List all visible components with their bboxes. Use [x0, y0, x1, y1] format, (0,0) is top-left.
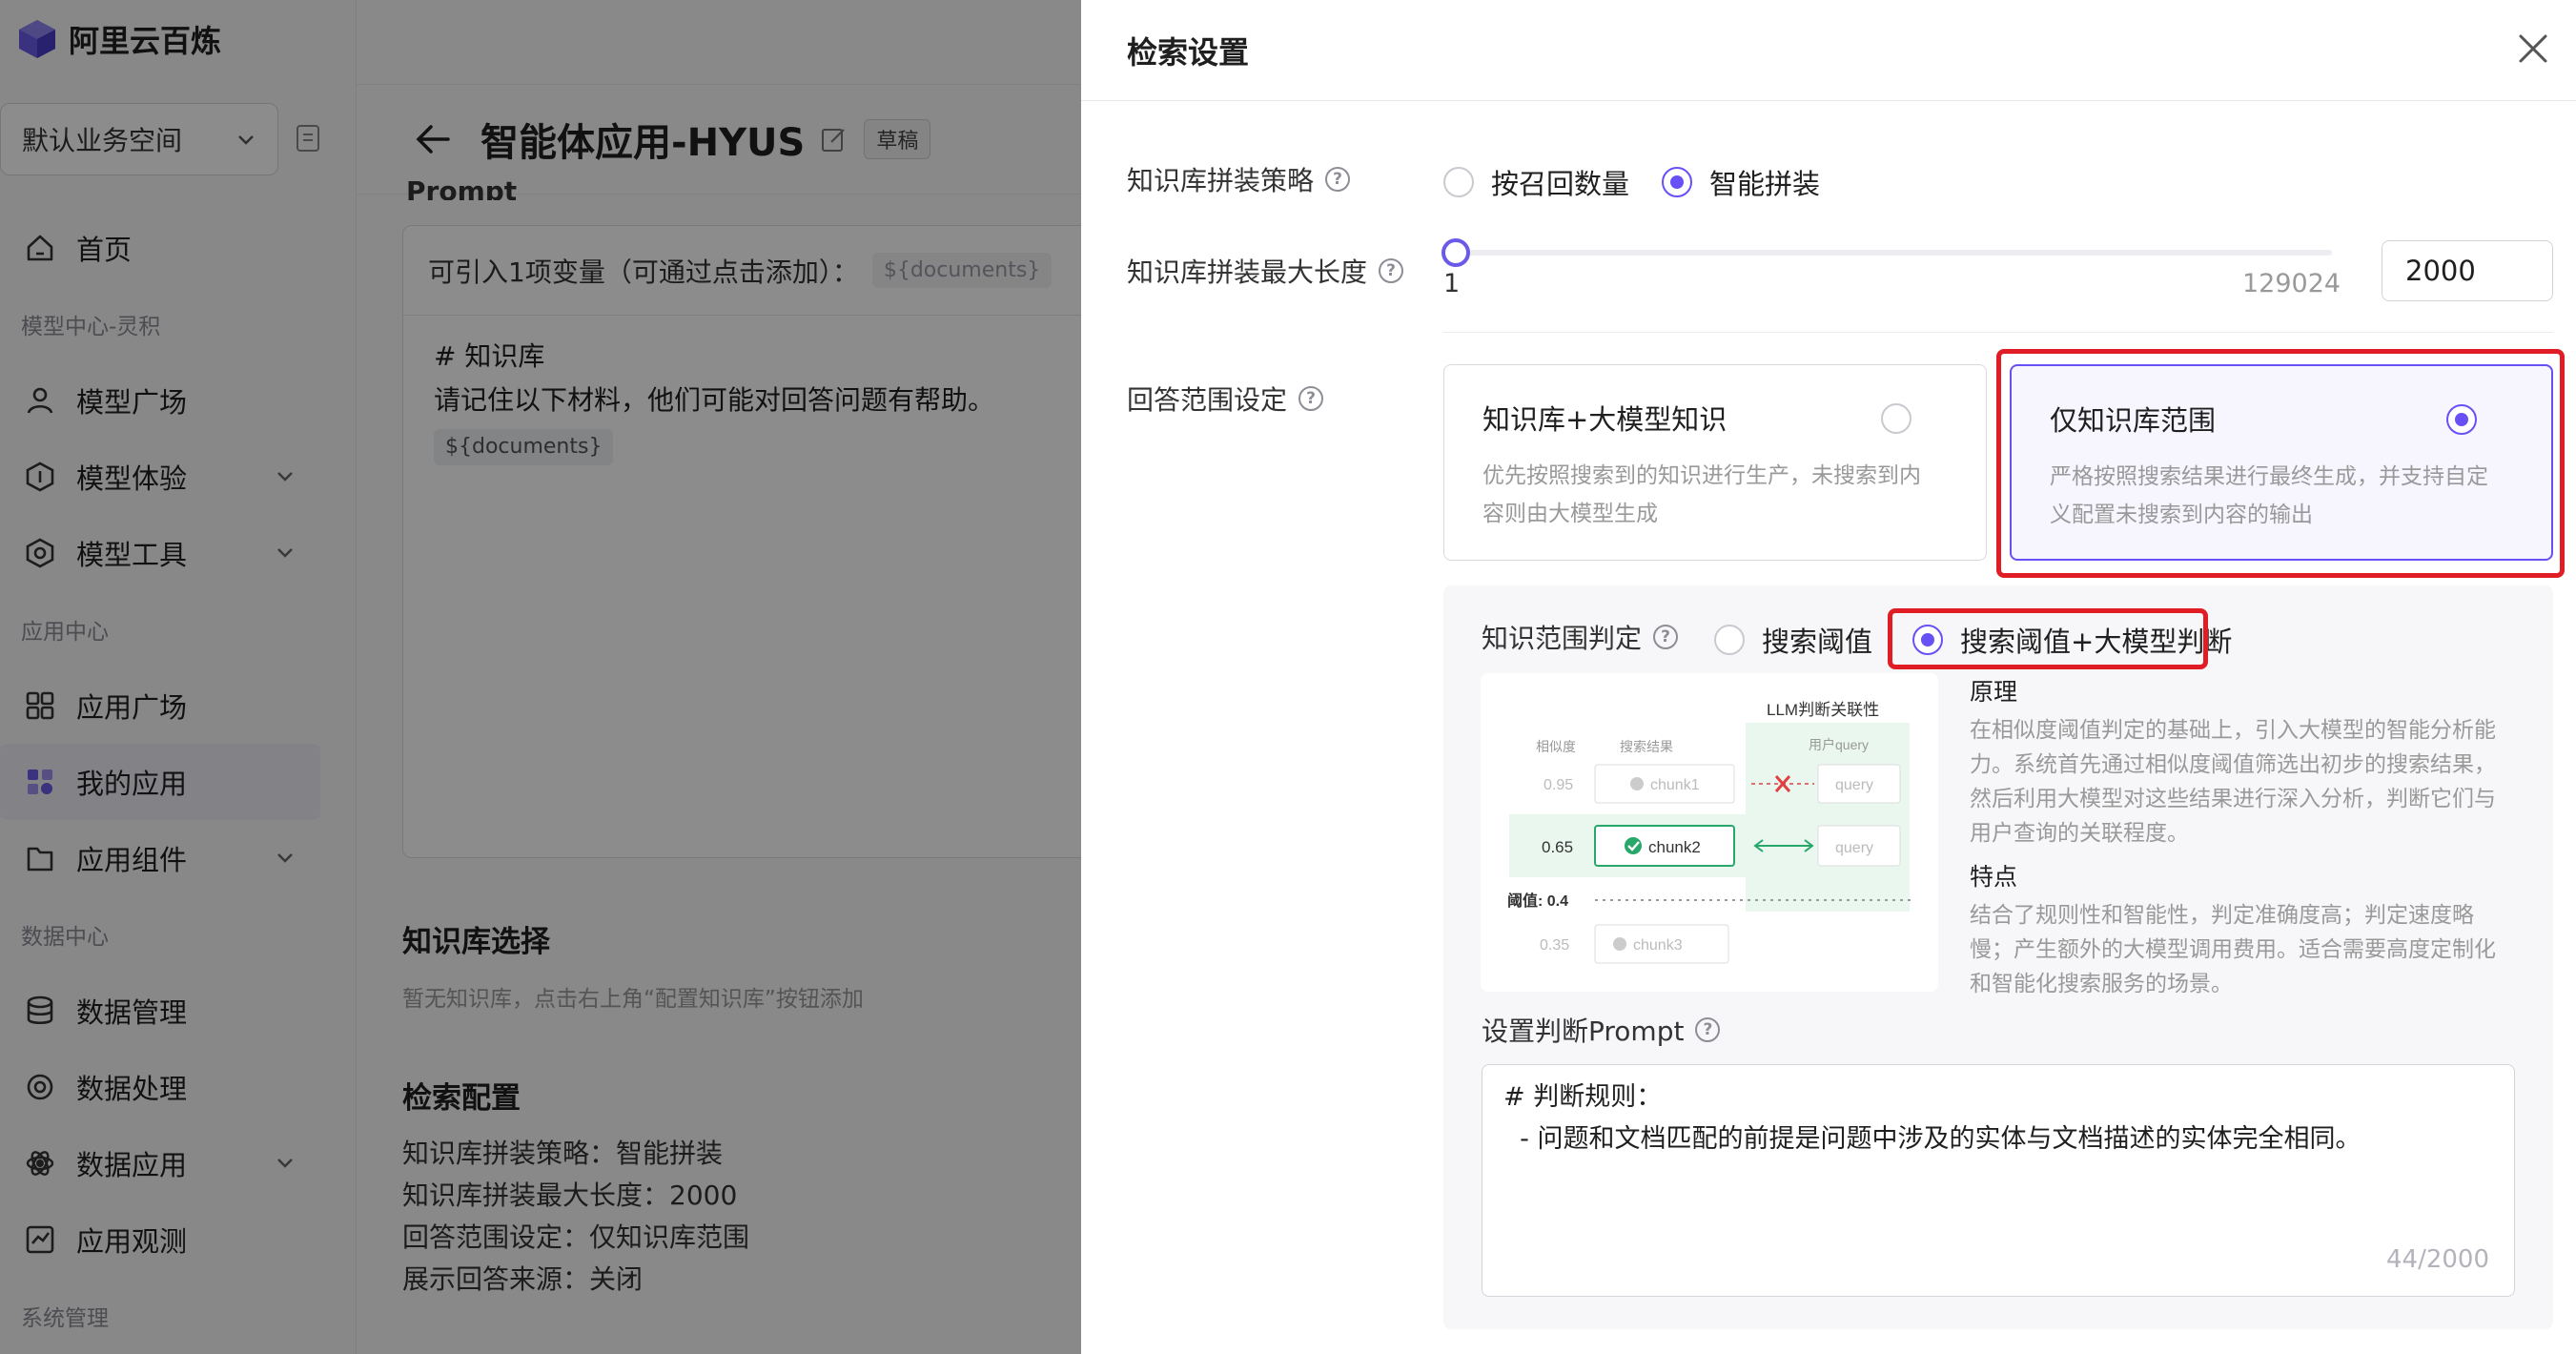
- illus-col-query: 用户query: [1809, 737, 1869, 752]
- features-title: 特点: [1970, 863, 2018, 891]
- maxlen-label: 知识库拼装最大长度?: [1127, 252, 1404, 290]
- check-circle-icon: [1625, 837, 1642, 854]
- modal-mask[interactable]: [0, 0, 1081, 1354]
- illus-chunk: chunk2: [1648, 838, 1701, 856]
- illus-threshold: 阈值: 0.4: [1507, 892, 1568, 910]
- judge-option-threshold[interactable]: 搜索阈值: [1714, 620, 1872, 660]
- radio-button[interactable]: [1714, 625, 1745, 655]
- drawer-title: 检索设置: [1081, 0, 2576, 101]
- divider: [1443, 332, 2553, 333]
- principle-text: 在相似度阈值判定的基础上，引入大模型的智能分析能力。系统首先通过相似度阈值筛选出…: [1970, 718, 2496, 846]
- illus-query: query: [1835, 777, 1873, 793]
- char-counter: 44/2000: [2385, 1245, 2489, 1274]
- illus-col-similarity: 相似度: [1536, 739, 1576, 754]
- textarea-line: - 问题和文档匹配的前提是问题中涉及的实体与文档描述的实体完全相同。: [1503, 1124, 2361, 1154]
- help-icon[interactable]: ?: [1653, 625, 1679, 649]
- slider-max-label: 129024: [2242, 269, 2341, 298]
- chunk-dot-icon: [1613, 937, 1626, 951]
- strategy-radio-group: 按召回数量 智能拼装: [1443, 162, 1820, 202]
- highlight-box: [1888, 608, 2208, 669]
- help-icon[interactable]: ?: [1379, 258, 1404, 283]
- strategy-label: 知识库拼装策略?: [1127, 160, 1351, 198]
- scope-card-kb-plus-llm[interactable]: 知识库+大模型知识 优先按照搜索到的知识进行生产，未搜索到内容则由大模型生成: [1443, 364, 1987, 561]
- close-icon[interactable]: [2517, 32, 2549, 65]
- radio-label: 搜索阈值: [1762, 626, 1873, 658]
- illus-chunk: chunk1: [1650, 777, 1700, 793]
- scope-card-title: 知识库+大模型知识: [1482, 403, 1728, 436]
- help-icon[interactable]: ?: [1298, 386, 1324, 411]
- maxlen-slider-track[interactable]: [1457, 250, 2332, 256]
- help-icon[interactable]: ?: [1695, 1017, 1721, 1042]
- maxlen-slider-handle[interactable]: [1441, 238, 1470, 267]
- strategy-option-count[interactable]: 按召回数量: [1443, 162, 1629, 202]
- chunk-dot-icon: [1630, 777, 1644, 790]
- illus-score: 0.95: [1544, 777, 1573, 793]
- llm-judge-illustration: LLM判断关联性 相似度 搜索结果 用户query 0.95 chunk1 qu…: [1481, 673, 1938, 992]
- scope-label-text: 回答范围设定: [1127, 384, 1288, 416]
- strategy-option-smart[interactable]: 智能拼装: [1662, 162, 1820, 202]
- scope-card-desc: 优先按照搜索到的知识进行生产，未搜索到内容则由大模型生成: [1482, 463, 1921, 526]
- maxlen-input[interactable]: 2000: [2382, 240, 2553, 301]
- illus-chunk: chunk3: [1633, 937, 1683, 954]
- textarea-line: # 判断规则：: [1503, 1082, 1663, 1112]
- judge-prompt-label-text: 设置判断Prompt: [1482, 1016, 1685, 1047]
- highlight-box: [1996, 349, 2565, 578]
- principle-description: 原理 在相似度阈值判定的基础上，引入大模型的智能分析能力。系统首先通过相似度阈值…: [1970, 673, 2504, 1009]
- strategy-label-text: 知识库拼装策略: [1127, 165, 1315, 196]
- maxlen-label-text: 知识库拼装最大长度: [1127, 256, 1368, 288]
- slider-min-label: 1: [1443, 269, 1461, 298]
- radio-label: 按召回数量: [1491, 168, 1630, 200]
- illus-query: query: [1835, 840, 1873, 856]
- illus-header: LLM判断关联性: [1767, 701, 1879, 719]
- scope-label: 回答范围设定?: [1127, 380, 1324, 418]
- radio-button[interactable]: [1662, 167, 1693, 197]
- radio-button[interactable]: [1443, 167, 1474, 197]
- illus-col-results: 搜索结果: [1620, 739, 1673, 754]
- judge-prompt-label: 设置判断Prompt?: [1482, 1011, 1721, 1049]
- illustration-diagram: LLM判断关联性 相似度 搜索结果 用户query 0.95 chunk1 qu…: [1507, 701, 1912, 964]
- help-icon[interactable]: ?: [1325, 167, 1351, 192]
- illus-score: 0.65: [1542, 838, 1573, 856]
- radio-button[interactable]: [1881, 403, 1912, 434]
- judge-label-text: 知识范围判定: [1482, 623, 1643, 654]
- principle-title: 原理: [1970, 678, 2018, 706]
- radio-label: 智能拼装: [1709, 168, 1821, 200]
- judge-prompt-textarea[interactable]: # 判断规则： - 问题和文档匹配的前提是问题中涉及的实体与文档描述的实体完全相…: [1482, 1064, 2515, 1297]
- features-text: 结合了规则性和智能性，判定准确度高；判定速度略慢；产生额外的大模型调用费用。适合…: [1970, 903, 2496, 996]
- judge-label: 知识范围判定?: [1482, 618, 1679, 656]
- illus-score: 0.35: [1540, 937, 1569, 954]
